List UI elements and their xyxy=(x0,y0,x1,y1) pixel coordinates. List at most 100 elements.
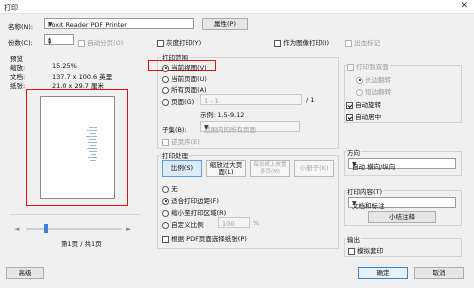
scale-none-label: 无 xyxy=(171,185,178,193)
pages-radio[interactable] xyxy=(162,98,169,106)
current-view-label: 当前视图(V) xyxy=(171,64,207,72)
current-page-option[interactable]: 当前页面(U) xyxy=(162,73,207,83)
current-view-option[interactable]: 当前视图(V) xyxy=(162,62,207,72)
grayscale-option: 灰度打印(Y) xyxy=(157,37,201,47)
short-edge-radio[interactable] xyxy=(356,88,363,96)
chevron-down-icon: ▼ xyxy=(352,160,357,168)
chevron-down-icon: ▼ xyxy=(48,20,53,28)
collate-checkbox[interactable] xyxy=(78,39,85,47)
custom-scale-unit: % xyxy=(253,219,260,227)
pages-total: / 1 xyxy=(306,96,315,104)
ok-button[interactable]: 确定 xyxy=(358,267,408,279)
custom-scale-radio[interactable] xyxy=(162,221,169,229)
pdf-paper-source-label: 根据 PDF页面选择纸张(P) xyxy=(171,235,247,243)
current-page-radio[interactable] xyxy=(162,75,169,83)
pdf-paper-source-option[interactable]: 根据 PDF页面选择纸张(P) xyxy=(162,233,247,243)
printer-select[interactable]: Foxit Reader PDF Printer ▼ xyxy=(44,18,194,29)
custom-scale-option[interactable]: 自定义比例 xyxy=(162,219,204,229)
properties-button[interactable]: 属性(P) xyxy=(202,18,248,30)
reverse-order-checkbox[interactable] xyxy=(162,138,169,146)
output-marks-option: 出血标记 xyxy=(345,37,380,47)
pages-range-input[interactable]: 1 - 1 xyxy=(200,94,302,105)
summarize-comments-button[interactable]: 小结注释 xyxy=(368,211,436,223)
page-slider-track[interactable] xyxy=(26,228,122,230)
double-sided-option[interactable]: 打印到双面 xyxy=(346,61,390,71)
tile-scale[interactable]: 比例(S) xyxy=(162,160,202,177)
advanced-button[interactable]: 高级 xyxy=(6,267,44,279)
chevron-down-icon: ▼ xyxy=(204,123,209,131)
auto-rotate-option[interactable]: 自动旋转 xyxy=(346,99,381,109)
long-edge-radio[interactable] xyxy=(356,76,363,84)
double-sided-checkbox[interactable] xyxy=(347,63,354,71)
print-content-title: 打印内容(T) xyxy=(346,186,384,196)
auto-center-label: 自动居中 xyxy=(355,113,382,121)
print-as-image-option: 作为图像打印(I) xyxy=(274,37,329,47)
orientation-title: 方向 xyxy=(346,147,361,157)
preview-page-content xyxy=(86,127,97,161)
scale-none-radio[interactable] xyxy=(162,185,169,193)
tile-fit-oversized[interactable]: 缩放过大页面(L) xyxy=(206,160,246,177)
auto-center-checkbox[interactable] xyxy=(346,113,353,121)
print-as-image-checkbox[interactable] xyxy=(274,39,281,47)
custom-scale-label: 自定义比例 xyxy=(171,221,204,229)
collate-option: 自动分页(O) xyxy=(78,37,123,47)
output-title: 输出 xyxy=(346,234,361,244)
print-content-select[interactable]: 文档和标注 ▼ xyxy=(348,197,456,210)
tile-multiple-pages[interactable]: 每张纸上放置多页(M) xyxy=(250,160,290,177)
print-as-image-label: 作为图像打印(I) xyxy=(283,39,330,47)
current-view-radio[interactable] xyxy=(162,64,169,72)
auto-rotate-checkbox[interactable] xyxy=(346,101,353,109)
short-edge-option[interactable]: 短边翻转 xyxy=(356,86,391,96)
copies-stepper[interactable]: 1 ▲ ▼ xyxy=(44,34,74,45)
stepper-arrows-icon[interactable]: ▲ ▼ xyxy=(48,36,71,45)
all-pages-option[interactable]: 所有页面(A) xyxy=(162,84,207,94)
fit-margins-radio[interactable] xyxy=(162,197,169,205)
paper-size-label: 纸张: xyxy=(10,82,26,90)
reverse-order-option[interactable]: 逆页序(E) xyxy=(162,136,200,146)
preview-page xyxy=(40,96,115,199)
subset-label: 子集(B): xyxy=(162,126,187,134)
output-marks-checkbox[interactable] xyxy=(345,39,352,47)
zoom-value: 15.25% xyxy=(52,62,77,70)
current-page-label: 当前页面(U) xyxy=(171,75,207,83)
auto-center-option[interactable]: 自动居中 xyxy=(346,111,381,121)
pages-option[interactable]: 页面(G) xyxy=(162,96,194,106)
pages-label: 页面(G) xyxy=(171,98,195,106)
copies-label: 份数(C): xyxy=(8,39,33,47)
page-indicator: 第1页 / 共1页 xyxy=(61,240,102,248)
close-icon[interactable]: ✕ xyxy=(460,1,468,11)
print-handling-title: 打印处理 xyxy=(161,150,189,160)
subset-select[interactable]: 范围内的所有页面 ▼ xyxy=(200,121,300,134)
tile-booklet[interactable]: 小册子(K) xyxy=(294,160,334,177)
short-edge-label: 短边翻转 xyxy=(365,88,392,96)
window-title: 打印 xyxy=(4,4,18,12)
cancel-button[interactable]: 取消 xyxy=(414,267,464,279)
collate-label: 自动分页(O) xyxy=(87,39,124,47)
shrink-label: 缩小至打印区域(R) xyxy=(171,209,227,217)
simulate-overprint-checkbox[interactable] xyxy=(348,247,355,255)
custom-scale-input[interactable]: 100 xyxy=(218,217,250,228)
next-page-icon[interactable]: ► xyxy=(126,225,131,233)
shrink-radio[interactable] xyxy=(162,209,169,217)
custom-scale-value: 100 xyxy=(222,219,235,228)
pdf-paper-source-checkbox[interactable] xyxy=(162,235,169,243)
chevron-down-icon: ▼ xyxy=(352,199,357,207)
title-bar: 打印 ✕ xyxy=(0,0,474,14)
fit-margins-option[interactable]: 适合打印边距(F) xyxy=(162,195,219,205)
simulate-overprint-option[interactable]: 模拟套印 xyxy=(348,245,383,255)
grayscale-checkbox[interactable] xyxy=(157,39,164,47)
scale-none-option[interactable]: 无 xyxy=(162,183,178,193)
all-pages-radio[interactable] xyxy=(162,86,169,94)
output-marks-label: 出血标记 xyxy=(354,39,381,47)
long-edge-option[interactable]: 长边翻转 xyxy=(356,74,391,84)
double-sided-label: 打印到双面 xyxy=(356,63,389,71)
all-pages-label: 所有页面(A) xyxy=(171,86,207,94)
pages-range-value: 1 - 1 xyxy=(204,96,219,105)
prev-page-icon[interactable]: ◄ xyxy=(14,225,19,233)
shrink-option[interactable]: 缩小至打印区域(R) xyxy=(162,207,226,217)
page-slider-thumb[interactable] xyxy=(44,224,48,233)
grayscale-label: 灰度打印(Y) xyxy=(166,39,202,47)
pages-example: 示例: 1,5-9,12 xyxy=(200,111,245,119)
orientation-select[interactable]: 自动 横向/纵向 ▼ xyxy=(348,158,456,171)
printer-name-label: 名称(N): xyxy=(8,23,34,31)
